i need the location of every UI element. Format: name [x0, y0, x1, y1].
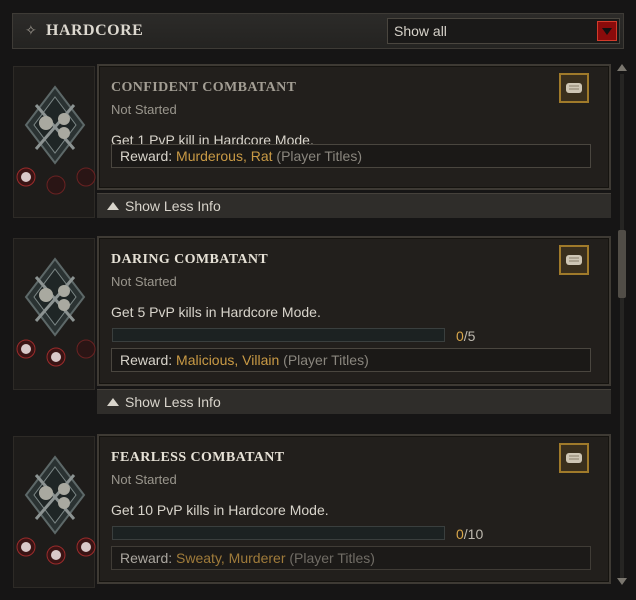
scrollbar-track[interactable] — [620, 74, 624, 578]
reward-label: Reward: — [120, 352, 173, 368]
achievement-description: Get 10 PvP kills in Hardcore Mode. — [111, 502, 329, 518]
show-less-button[interactable]: Show Less Info — [97, 193, 611, 218]
crossed-swords-skulls-icon — [16, 257, 96, 367]
achievement-name: DARING COMBATANT — [111, 252, 269, 267]
reward-type: (Player Titles) — [276, 148, 362, 164]
achievement-list[interactable]: CONFIDENT COMBATANT Not Started Get 1 Pv… — [0, 60, 614, 600]
scroll-icon[interactable] — [559, 73, 589, 103]
progress-count: 0/5 — [456, 328, 476, 344]
achievement-badge — [13, 436, 96, 588]
achievement-badge — [13, 66, 96, 218]
crossed-swords-skulls-icon — [16, 85, 96, 195]
scroll-down-icon[interactable] — [617, 578, 627, 585]
achievement-item: CONFIDENT COMBATANT Not Started Get 1 Pv… — [0, 60, 614, 252]
achievement-status: Not Started — [111, 102, 177, 117]
triangle-up-icon — [107, 398, 119, 406]
reward-type: (Player Titles) — [289, 550, 375, 566]
sparkle-icon: ✧ — [25, 22, 37, 38]
scroll-icon[interactable] — [559, 245, 589, 275]
scrollbar-thumb[interactable] — [618, 230, 626, 298]
progress-bar — [112, 526, 445, 540]
achievement-badge — [13, 238, 96, 390]
chevron-down-icon[interactable] — [597, 21, 617, 41]
reward-names: Malicious, Villain — [176, 352, 280, 368]
progress-bar — [112, 328, 445, 342]
category-header: ✧ HARDCORE Show all — [12, 13, 624, 49]
reward-label: Reward: — [120, 550, 173, 566]
scroll-icon[interactable] — [559, 443, 589, 473]
scroll-up-icon[interactable] — [617, 64, 627, 71]
category-title: HARDCORE — [46, 22, 144, 39]
achievement-name: FEARLESS COMBATANT — [111, 450, 285, 465]
crossed-swords-skulls-icon — [16, 455, 96, 565]
achievement-item: DARING COMBATANT Not Started Get 5 PvP k… — [0, 232, 614, 424]
achievement-description: Get 5 PvP kills in Hardcore Mode. — [111, 304, 321, 320]
achievements-window: ✧ HARDCORE Show all CONFIDENT COMBATANT … — [0, 0, 636, 600]
achievement-status: Not Started — [111, 472, 177, 487]
achievement-card: FEARLESS COMBATANT Not Started Get 10 Pv… — [97, 434, 611, 584]
show-less-label: Show Less Info — [125, 394, 221, 410]
filter-dropdown[interactable]: Show all — [387, 18, 620, 44]
filter-dropdown-value: Show all — [394, 23, 447, 39]
achievement-item: FEARLESS COMBATANT Not Started Get 10 Pv… — [0, 430, 614, 600]
reward-names: Murderous, Rat — [176, 148, 273, 164]
achievement-name: CONFIDENT COMBATANT — [111, 80, 297, 95]
reward-type: (Player Titles) — [283, 352, 369, 368]
show-less-label: Show Less Info — [125, 198, 221, 214]
achievement-card: DARING COMBATANT Not Started Get 5 PvP k… — [97, 236, 611, 386]
show-less-button[interactable]: Show Less Info — [97, 389, 611, 414]
reward-label: Reward: — [120, 148, 173, 164]
list-scrollbar[interactable] — [615, 60, 629, 592]
achievement-status: Not Started — [111, 274, 177, 289]
triangle-up-icon — [107, 202, 119, 210]
achievement-card: CONFIDENT COMBATANT Not Started Get 1 Pv… — [97, 64, 611, 190]
reward-box: Reward: Sweaty, Murderer (Player Titles) — [111, 546, 591, 570]
progress-count: 0/10 — [456, 526, 484, 542]
reward-box: Reward: Malicious, Villain (Player Title… — [111, 348, 591, 372]
reward-names: Sweaty, Murderer — [176, 550, 286, 566]
reward-box: Reward: Murderous, Rat (Player Titles) — [111, 144, 591, 168]
